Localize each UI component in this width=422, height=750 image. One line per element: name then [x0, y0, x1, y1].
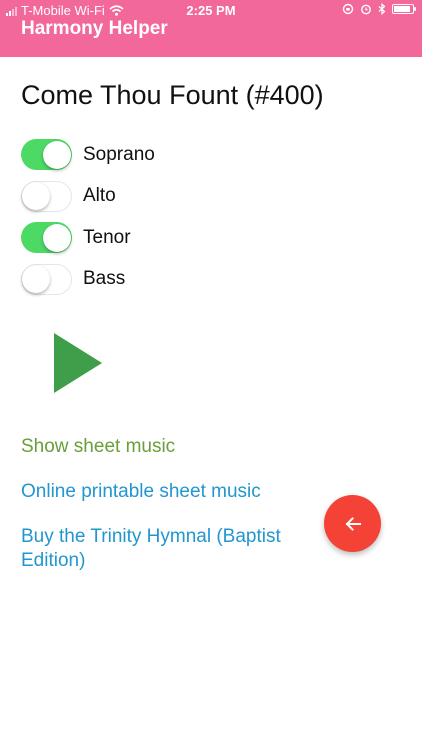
battery-icon [392, 4, 416, 14]
voice-row-bass: Bass [21, 259, 401, 301]
back-button[interactable] [324, 495, 381, 552]
buy-hymnal-link[interactable]: Buy the Trinity Hymnal (Baptist Edition) [21, 525, 311, 573]
app-title: Harmony Helper [21, 18, 168, 39]
voice-toggle-soprano[interactable] [21, 139, 72, 171]
voice-label: Alto [83, 185, 116, 207]
battery-level [394, 6, 411, 12]
show-sheet-music-link[interactable]: Show sheet music [21, 435, 175, 459]
alarm-icon [361, 4, 371, 15]
voice-toggle-tenor[interactable] [21, 222, 72, 254]
arrow-left-icon [345, 516, 361, 531]
toggle-knob [22, 181, 50, 210]
toggle-knob [42, 223, 71, 252]
voice-row-tenor: Tenor [21, 217, 401, 259]
app-bar: T-Mobile Wi-Fi 2:25 PM Harmony Helper [0, 0, 422, 57]
voice-label: Tenor [83, 226, 131, 248]
bluetooth-icon [378, 3, 386, 15]
voice-toggle-list: Soprano Alto Tenor Bass [21, 134, 401, 300]
voice-row-alto: Alto [21, 176, 401, 218]
play-icon[interactable] [54, 333, 102, 393]
voice-label: Bass [83, 268, 126, 290]
voice-row-soprano: Soprano [21, 134, 401, 176]
toggle-knob [22, 264, 50, 293]
voice-toggle-bass[interactable] [21, 263, 72, 295]
status-right [342, 3, 416, 15]
toggle-knob [42, 140, 71, 169]
voice-label: Soprano [83, 143, 155, 165]
orientation-lock-icon [342, 3, 354, 15]
hymn-title: Come Thou Fount (#400) [21, 80, 324, 110]
voice-toggle-alto[interactable] [21, 180, 72, 212]
online-sheet-music-link[interactable]: Online printable sheet music [21, 480, 261, 504]
